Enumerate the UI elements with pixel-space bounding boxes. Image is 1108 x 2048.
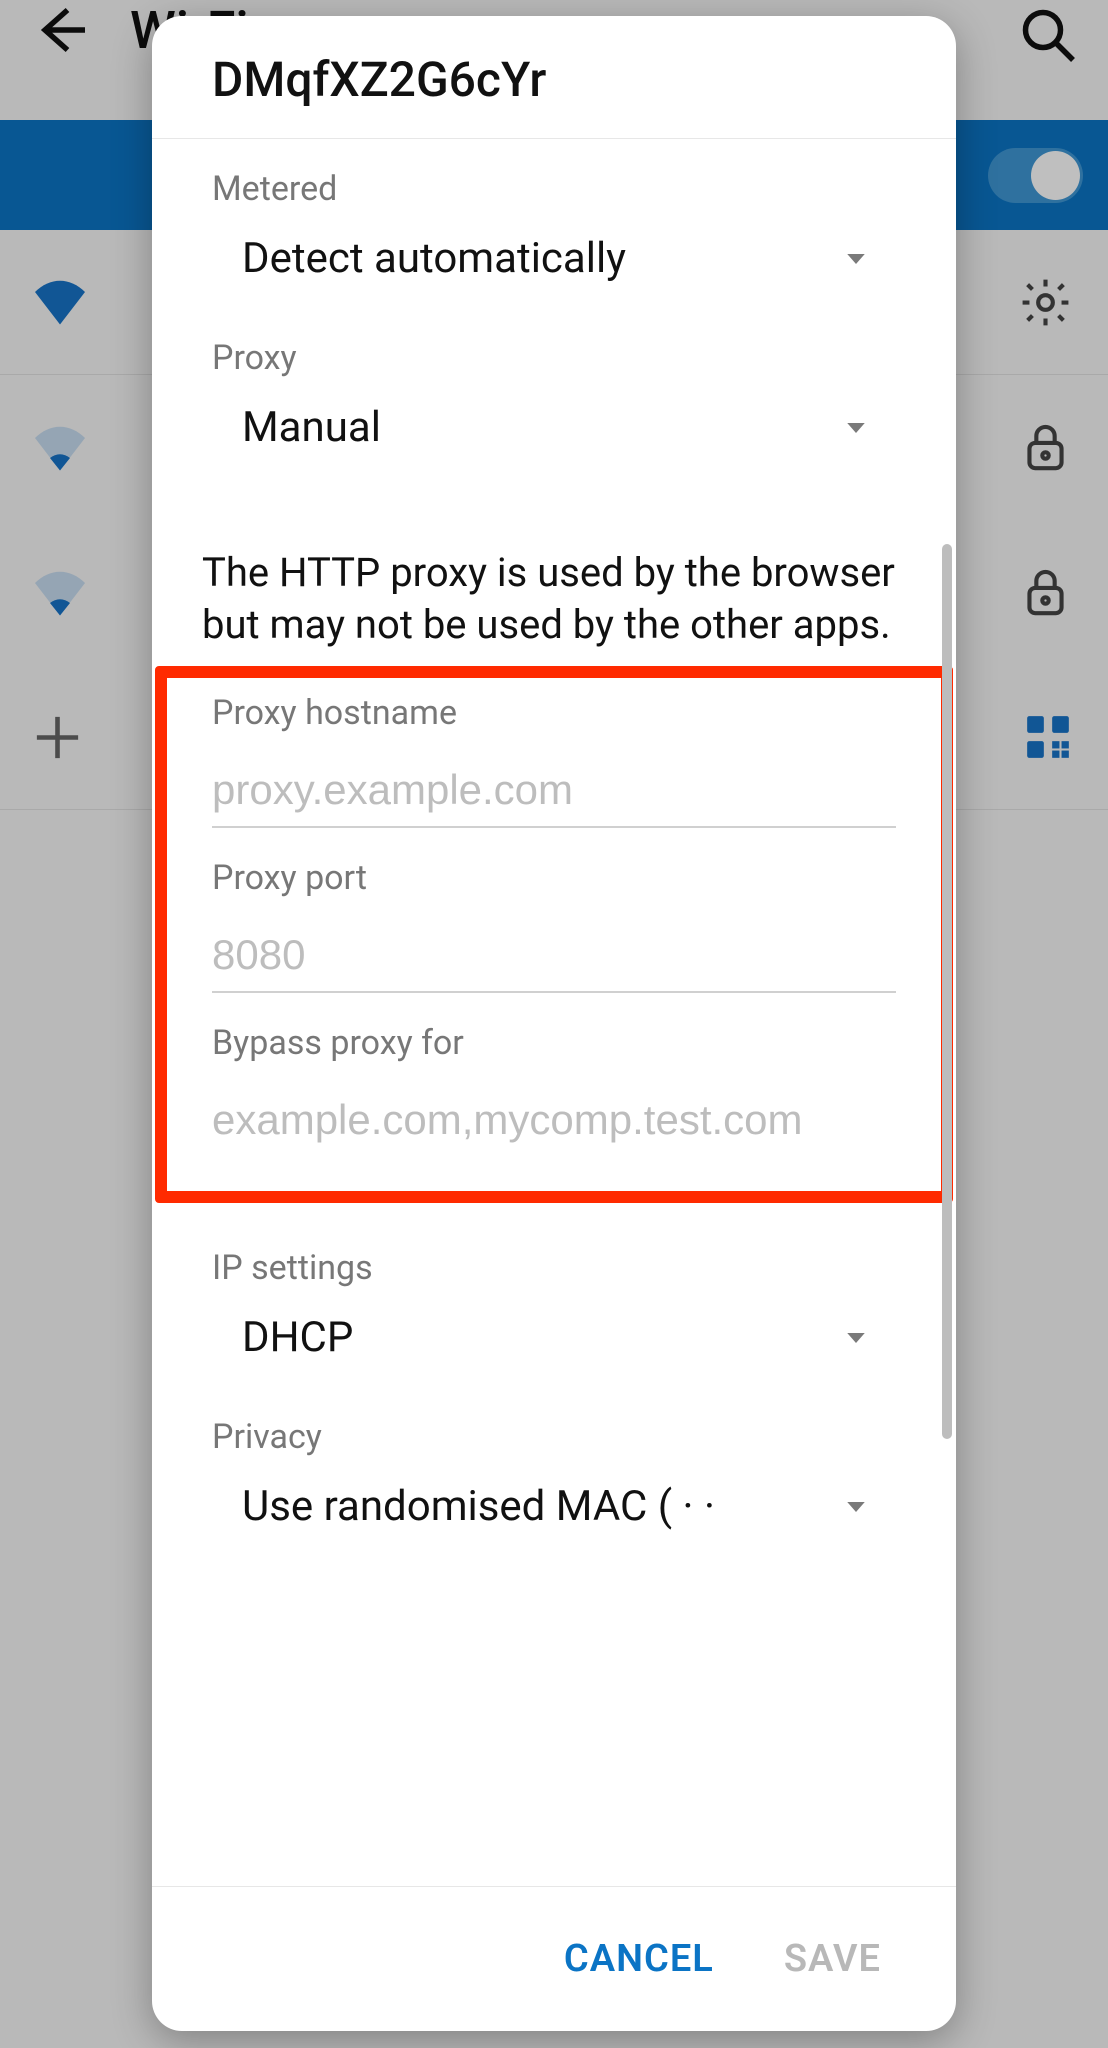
chevron-down-icon xyxy=(841,413,871,443)
proxy-port-label: Proxy port xyxy=(212,858,896,898)
proxy-value: Manual xyxy=(242,403,381,452)
metered-field: Metered Detect automatically xyxy=(152,139,956,308)
proxy-hostname-field: Proxy hostname xyxy=(212,693,896,828)
ip-settings-dropdown[interactable]: DHCP xyxy=(212,1313,896,1382)
ip-settings-label: IP settings xyxy=(212,1248,896,1288)
proxy-port-input[interactable] xyxy=(212,923,896,993)
network-config-dialog: DMqfXZ2G6cYr Metered Detect automaticall… xyxy=(152,16,956,2031)
chevron-down-icon xyxy=(841,1323,871,1353)
privacy-dropdown[interactable]: Use randomised MAC ( · · xyxy=(212,1482,896,1551)
proxy-info-text: The HTTP proxy is used by the browser bu… xyxy=(152,477,956,666)
proxy-hostname-label: Proxy hostname xyxy=(212,693,896,733)
dialog-scrollbar[interactable] xyxy=(942,544,952,1439)
chevron-down-icon xyxy=(841,1492,871,1522)
proxy-label: Proxy xyxy=(212,338,896,378)
proxy-bypass-label: Bypass proxy for xyxy=(212,1023,896,1063)
privacy-field: Privacy Use randomised MAC ( · · xyxy=(152,1387,956,1556)
metered-label: Metered xyxy=(212,169,896,209)
proxy-field: Proxy Manual xyxy=(152,308,956,477)
proxy-dropdown[interactable]: Manual xyxy=(212,403,896,472)
proxy-bypass-input[interactable] xyxy=(212,1088,896,1156)
proxy-bypass-field: Bypass proxy for xyxy=(212,1023,896,1156)
chevron-down-icon xyxy=(841,244,871,274)
ip-settings-value: DHCP xyxy=(242,1313,353,1362)
dialog-body: Metered Detect automatically Proxy Manua… xyxy=(152,139,956,1886)
privacy-value: Use randomised MAC ( · · xyxy=(242,1482,715,1531)
dialog-title: DMqfXZ2G6cYr xyxy=(152,16,956,139)
save-button[interactable]: SAVE xyxy=(784,1937,881,1981)
metered-value: Detect automatically xyxy=(242,234,626,283)
proxy-port-field: Proxy port xyxy=(212,858,896,993)
proxy-hostname-input[interactable] xyxy=(212,758,896,828)
dialog-actions: CANCEL SAVE xyxy=(152,1886,956,2031)
metered-dropdown[interactable]: Detect automatically xyxy=(212,234,896,303)
ip-settings-field: IP settings DHCP xyxy=(152,1203,956,1387)
proxy-manual-fields-highlight: Proxy hostname Proxy port Bypass proxy f… xyxy=(155,666,953,1203)
privacy-label: Privacy xyxy=(212,1417,896,1457)
cancel-button[interactable]: CANCEL xyxy=(564,1937,714,1981)
